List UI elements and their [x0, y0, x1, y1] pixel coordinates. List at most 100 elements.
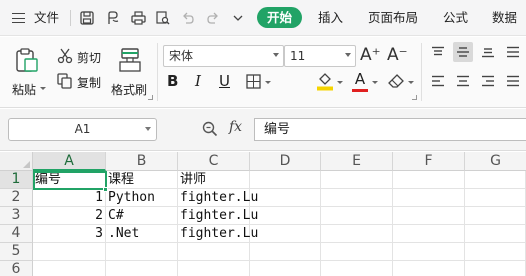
borders-icon[interactable]	[246, 74, 261, 92]
hamburger-menu-icon[interactable]	[12, 13, 25, 23]
fill-handle[interactable]	[103, 187, 108, 192]
cut-icon[interactable]	[57, 48, 73, 67]
row-header-5[interactable]: 5	[0, 243, 33, 261]
cell-c4[interactable]: fighter.Lu	[178, 225, 258, 243]
align-justify-button[interactable]	[503, 42, 523, 62]
cut-button[interactable]: 剪切	[77, 49, 101, 66]
align-center-button[interactable]	[453, 71, 473, 91]
shrink-font-icon[interactable]: A⁻	[387, 45, 408, 65]
tab-home[interactable]: 开始	[257, 7, 302, 28]
cell-b5[interactable]	[106, 243, 178, 261]
cell-g1[interactable]	[465, 171, 526, 189]
align-bottom-button[interactable]	[478, 42, 498, 62]
save-icon[interactable]	[79, 10, 95, 26]
fill-color-dropdown-icon[interactable]	[337, 81, 343, 84]
cell-g4[interactable]	[465, 225, 526, 243]
cell-f6[interactable]	[393, 261, 465, 276]
cell-g2[interactable]	[465, 189, 526, 207]
export-pdf-icon[interactable]	[105, 10, 121, 26]
formula-input[interactable]: 编号	[254, 118, 526, 141]
underline-button[interactable]: U	[219, 72, 230, 90]
redo-icon[interactable]	[205, 10, 221, 26]
row-header-3[interactable]: 3	[0, 207, 33, 225]
fill-color-icon[interactable]	[316, 72, 334, 94]
row-header-6[interactable]: 6	[0, 261, 33, 276]
clear-dropdown-icon[interactable]	[408, 81, 414, 84]
cell-b3[interactable]: C#	[106, 207, 178, 225]
column-header-f[interactable]: F	[393, 152, 465, 171]
clipboard-group-launcher[interactable]	[148, 95, 153, 100]
cell-a3[interactable]: 2	[33, 207, 106, 225]
row-header-4[interactable]: 4	[0, 225, 33, 243]
cell-c3[interactable]: fighter.Lu	[178, 207, 258, 225]
cell-e1[interactable]	[321, 171, 393, 189]
paste-button[interactable]: 粘贴	[8, 41, 48, 101]
print-icon[interactable]	[130, 10, 146, 26]
align-top-button[interactable]	[428, 42, 448, 62]
cell-b6[interactable]	[106, 261, 178, 276]
italic-button[interactable]: I	[195, 72, 201, 90]
cell-d4[interactable]	[250, 225, 321, 243]
copy-icon[interactable]	[57, 73, 73, 92]
copy-button[interactable]: 复制	[77, 74, 101, 91]
cell-a6[interactable]	[33, 261, 106, 276]
cell-e4[interactable]	[321, 225, 393, 243]
undo-icon[interactable]	[180, 10, 196, 26]
grow-font-icon[interactable]: A⁺	[360, 45, 381, 65]
column-header-c[interactable]: C	[178, 152, 250, 171]
cell-f3[interactable]	[393, 207, 465, 225]
cell-d6[interactable]	[250, 261, 321, 276]
column-header-b[interactable]: B	[106, 152, 178, 171]
print-preview-icon[interactable]	[155, 10, 171, 26]
cell-c5[interactable]	[178, 243, 250, 261]
format-painter-button[interactable]: 格式刷	[108, 41, 152, 101]
cell-f1[interactable]	[393, 171, 465, 189]
cell-a2[interactable]: 1	[33, 189, 106, 207]
cell-d2[interactable]	[250, 189, 321, 207]
cell-b2[interactable]: Python	[106, 189, 178, 207]
font-color-button[interactable]: A	[353, 70, 367, 88]
cell-e2[interactable]	[321, 189, 393, 207]
font-color-dropdown-icon[interactable]	[372, 81, 378, 84]
paste-dropdown-icon[interactable]	[40, 87, 46, 90]
column-header-e[interactable]: E	[321, 152, 393, 171]
cell-f5[interactable]	[393, 243, 465, 261]
tab-formulas[interactable]: 公式	[443, 0, 468, 36]
cell-d5[interactable]	[250, 243, 321, 261]
cell-c2[interactable]: fighter.Lu	[178, 189, 258, 207]
align-right-button[interactable]	[478, 71, 498, 91]
name-box[interactable]: A1	[8, 118, 157, 141]
font-group-launcher[interactable]	[412, 95, 417, 100]
tab-page-layout[interactable]: 页面布局	[368, 0, 418, 36]
tab-insert[interactable]: 插入	[318, 0, 343, 36]
bold-button[interactable]: B	[167, 72, 178, 90]
cell-d3[interactable]	[250, 207, 321, 225]
select-all-button[interactable]	[0, 152, 33, 171]
cell-a1[interactable]: 编号	[33, 171, 106, 189]
cell-a4[interactable]: 3	[33, 225, 106, 243]
cell-e6[interactable]	[321, 261, 393, 276]
cell-f4[interactable]	[393, 225, 465, 243]
borders-dropdown-icon[interactable]	[265, 81, 271, 84]
cell-c1[interactable]: 讲师	[178, 171, 250, 189]
file-menu[interactable]: 文件	[34, 0, 59, 36]
quick-access-dropdown-icon[interactable]	[230, 10, 246, 26]
zoom-search-icon[interactable]	[202, 121, 218, 140]
cell-g3[interactable]	[465, 207, 526, 225]
insert-function-button[interactable]: fx	[229, 119, 242, 135]
clear-format-icon[interactable]	[388, 74, 404, 92]
cell-g6[interactable]	[465, 261, 526, 276]
cell-c6[interactable]	[178, 261, 250, 276]
cell-f2[interactable]	[393, 189, 465, 207]
cell-g5[interactable]	[465, 243, 526, 261]
cell-d1[interactable]	[250, 171, 321, 189]
cell-a5[interactable]	[33, 243, 106, 261]
cell-b1[interactable]: 课程	[106, 171, 178, 189]
cell-e5[interactable]	[321, 243, 393, 261]
column-header-a[interactable]: A	[33, 152, 106, 171]
font-name-select[interactable]: 宋体	[163, 45, 284, 67]
tab-data[interactable]: 数据	[492, 0, 517, 36]
font-size-select[interactable]: 11	[284, 45, 356, 67]
row-header-2[interactable]: 2	[0, 189, 33, 207]
align-middle-button[interactable]	[453, 42, 473, 62]
